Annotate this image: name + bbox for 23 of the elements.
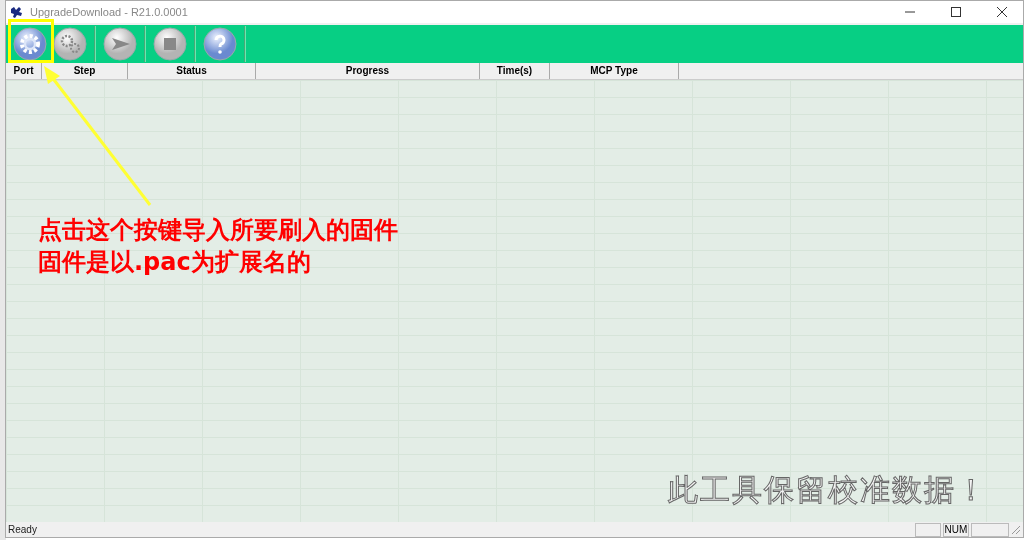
column-header[interactable]: MCP Type <box>550 63 679 79</box>
status-text: Ready <box>8 524 37 535</box>
resize-grip-icon <box>1011 524 1021 535</box>
maximize-icon[interactable] <box>951 7 961 17</box>
annotation-text: 固件是以.pac为扩展名的 <box>38 247 312 278</box>
notice-text: 此工具保留校准数据！ <box>668 471 988 509</box>
gear-button[interactable] <box>12 26 48 62</box>
close-icon[interactable] <box>997 7 1007 17</box>
gears-button[interactable] <box>52 26 88 62</box>
arrow-button[interactable] <box>102 26 138 62</box>
status-indicator: NUM <box>943 522 969 537</box>
window-title: UpgradeDownload - R21.0.0001 <box>30 6 188 18</box>
column-header[interactable]: Port <box>6 63 42 79</box>
status-pane <box>915 522 941 537</box>
highlight-frame <box>8 19 54 63</box>
question-button[interactable] <box>202 26 238 62</box>
status-pane <box>971 522 1009 537</box>
app-icon <box>10 6 24 18</box>
annotation-text: 点击这个按键导入所要刷入的固件 <box>38 215 398 246</box>
column-header[interactable]: Progress <box>256 63 480 79</box>
column-header[interactable]: Time(s) <box>480 63 550 79</box>
square-button[interactable] <box>152 26 188 62</box>
column-header[interactable]: Status <box>128 63 256 79</box>
